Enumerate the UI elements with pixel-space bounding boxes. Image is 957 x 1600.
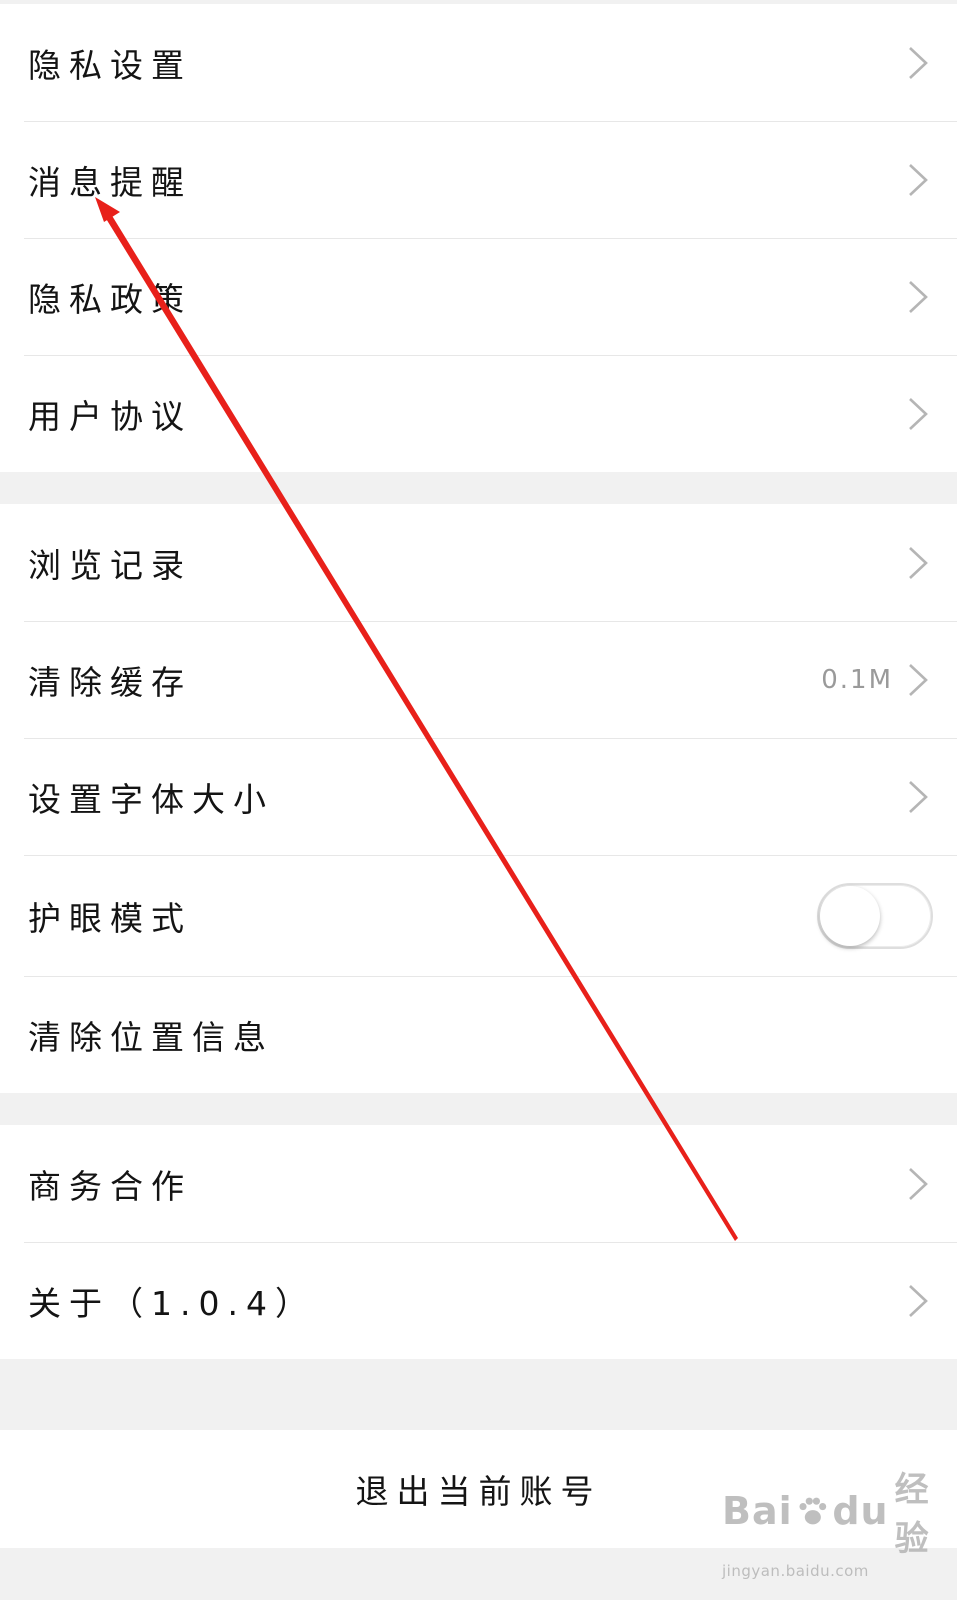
- row-label: 清除位置信息: [28, 1017, 274, 1057]
- browsing-history-row[interactable]: 浏览记录: [0, 504, 957, 621]
- business-cooperation-row[interactable]: 商务合作: [0, 1125, 957, 1242]
- about-row[interactable]: 关于（1.0.4）: [0, 1242, 957, 1359]
- row-label: 设置字体大小: [28, 779, 274, 819]
- message-reminder-row[interactable]: 消息提醒: [0, 121, 957, 238]
- row-label: 关于（1.0.4）: [28, 1283, 316, 1323]
- chevron-right-icon: [909, 397, 928, 430]
- chevron-right-icon: [909, 1284, 928, 1317]
- cache-size-value: 0.1M: [821, 664, 893, 695]
- chevron-right-icon: [909, 46, 928, 79]
- watermark-brand-cn: 经验: [894, 1470, 930, 1559]
- privacy-policy-row[interactable]: 隐私政策: [0, 238, 957, 355]
- paw-icon: [799, 1497, 826, 1525]
- font-size-row[interactable]: 设置字体大小: [0, 738, 957, 855]
- chevron-right-icon: [909, 1167, 928, 1200]
- toggle-knob: [820, 885, 880, 946]
- baidu-jingyan-watermark: Bai du 经验 jingyan.baidu.com: [722, 1462, 957, 1580]
- watermark-brand-left: Bai: [722, 1489, 793, 1533]
- settings-group-1: 隐私设置 消息提醒 隐私政策 用户协议: [0, 4, 957, 472]
- user-agreement-row[interactable]: 用户协议: [0, 355, 957, 472]
- row-label: 清除缓存: [28, 662, 192, 702]
- watermark-url: jingyan.baidu.com: [722, 1562, 869, 1580]
- chevron-right-icon: [909, 280, 928, 313]
- row-label: 隐私设置: [28, 45, 192, 85]
- chevron-right-icon: [909, 163, 928, 196]
- chevron-right-icon: [909, 780, 928, 813]
- settings-group-2: 浏览记录 清除缓存 0.1M 设置字体大小 护眼模式 清除位置信息: [0, 504, 957, 1093]
- row-label: 商务合作: [28, 1166, 192, 1206]
- row-label: 用户协议: [28, 396, 192, 436]
- clear-cache-row[interactable]: 清除缓存 0.1M: [0, 621, 957, 738]
- privacy-settings-row[interactable]: 隐私设置: [0, 4, 957, 121]
- chevron-right-icon: [909, 546, 928, 579]
- row-label: 护眼模式: [28, 898, 192, 938]
- chevron-right-icon: [909, 663, 928, 696]
- clear-location-row[interactable]: 清除位置信息: [0, 976, 957, 1093]
- logout-label: 退出当前账号: [355, 1472, 602, 1511]
- eye-care-toggle[interactable]: [817, 882, 933, 949]
- eye-care-mode-row: 护眼模式: [0, 855, 957, 976]
- row-label: 浏览记录: [28, 545, 192, 585]
- settings-group-3: 商务合作 关于（1.0.4）: [0, 1125, 957, 1359]
- watermark-brand-right: du: [832, 1489, 889, 1533]
- row-label: 隐私政策: [28, 279, 192, 319]
- row-label: 消息提醒: [28, 162, 192, 202]
